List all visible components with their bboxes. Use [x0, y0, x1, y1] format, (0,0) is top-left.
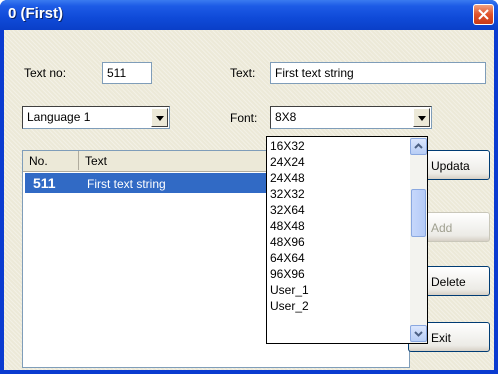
update-button-label: Updata: [431, 159, 470, 173]
font-option[interactable]: 96X96: [270, 267, 305, 281]
text-label: Text:: [230, 66, 256, 80]
font-option[interactable]: 24X48: [270, 171, 305, 185]
font-option[interactable]: User_2: [270, 299, 309, 313]
font-option[interactable]: User_1: [270, 283, 309, 297]
scroll-down-icon: [414, 331, 423, 337]
title-bar[interactable]: 0 (First): [0, 0, 498, 30]
font-dropdown-list[interactable]: 16X32 24X24 24X48 32X32 32X64 48X48 48X9…: [266, 136, 428, 344]
row-text: First text string: [87, 177, 166, 191]
add-button-label: Add: [431, 221, 453, 235]
text-field[interactable]: First text string: [270, 62, 486, 84]
scroll-thumb[interactable]: [411, 189, 426, 237]
font-option[interactable]: 64X64: [270, 251, 305, 265]
scroll-up-button[interactable]: [410, 138, 427, 155]
row-number: 511: [33, 175, 56, 191]
chevron-down-icon[interactable]: [413, 108, 430, 127]
font-select[interactable]: 8X8: [270, 106, 432, 129]
close-button[interactable]: [473, 4, 494, 25]
window-title: 0 (First): [8, 5, 64, 22]
delete-button-label: Delete: [431, 275, 466, 289]
dialog-window: 0 (First) Text no: 511 Text: First text …: [0, 0, 498, 374]
column-header-no[interactable]: No.: [23, 151, 79, 170]
exit-button-label: Exit: [431, 331, 452, 345]
text-no-field[interactable]: 511: [102, 62, 152, 84]
text-no-label: Text no:: [24, 66, 67, 80]
font-option[interactable]: 32X32: [270, 187, 305, 201]
font-option[interactable]: 24X24: [270, 155, 305, 169]
font-option[interactable]: 48X96: [270, 235, 305, 249]
scroll-up-icon: [414, 143, 423, 149]
scroll-down-button[interactable]: [410, 325, 427, 342]
dropdown-scrollbar[interactable]: [410, 137, 427, 343]
font-option[interactable]: 32X64: [270, 203, 305, 217]
close-icon: [478, 9, 489, 20]
font-value: 8X8: [275, 110, 297, 124]
font-option[interactable]: 48X48: [270, 219, 305, 233]
font-option[interactable]: 16X32: [270, 139, 305, 153]
language-value: Language 1: [27, 110, 91, 124]
language-select[interactable]: Language 1: [22, 106, 170, 129]
font-label: Font:: [230, 111, 258, 125]
chevron-down-icon[interactable]: [151, 108, 168, 127]
